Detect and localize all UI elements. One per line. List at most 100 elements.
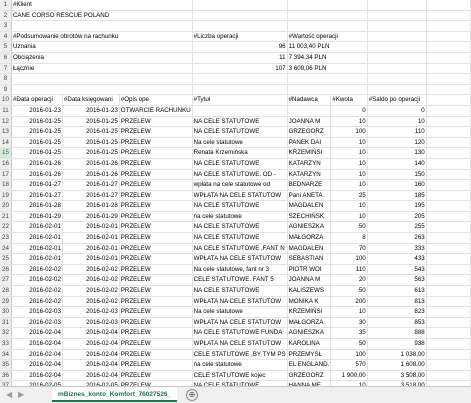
cell-data-ksiegowania[interactable]: 2016-02-04 bbox=[62, 359, 120, 371]
table-row[interactable]: 14 2016-01-25 2016-01-25 PRZELEW Na cele sta… bbox=[0, 137, 471, 149]
cell-tytul[interactable]: WPŁATA NA CELE STATUTOW bbox=[192, 190, 288, 202]
cell-b[interactable]: 96 bbox=[192, 41, 288, 53]
cell-kwota[interactable]: 100 bbox=[330, 253, 368, 265]
cell-saldo[interactable]: 185 bbox=[367, 190, 427, 202]
cell-empty[interactable] bbox=[426, 296, 471, 308]
cell-data-operacji[interactable]: 2016-02-04 bbox=[11, 338, 63, 350]
cell-saldo[interactable]: 613 bbox=[367, 285, 427, 297]
cell-kwota[interactable]: 30 bbox=[330, 317, 368, 329]
cell-data-operacji[interactable]: 2016-02-02 bbox=[11, 285, 63, 297]
cell-b[interactable] bbox=[192, 20, 288, 32]
cell-nadawca[interactable] bbox=[287, 105, 332, 117]
cell-a[interactable] bbox=[11, 84, 193, 96]
table-row[interactable]: 15 2016-01-25 2016-01-25 PRZELEW Renata Krze… bbox=[0, 147, 471, 159]
cell-tytul[interactable]: WPŁATA NA CELE STATUTOW bbox=[192, 296, 288, 308]
cell-nadawca[interactable]: KAROLINA bbox=[287, 338, 332, 350]
cell-opis[interactable]: PRZELEW bbox=[119, 211, 193, 223]
cell-kwota[interactable]: 10 bbox=[330, 169, 368, 181]
cell-data-operacji[interactable]: 2016-01-23 bbox=[11, 105, 63, 117]
cell-nadawca[interactable]: BEDNARZE bbox=[287, 179, 332, 191]
cell-saldo[interactable]: 160 bbox=[367, 179, 427, 191]
cell-nadawca[interactable]: GRZEGORZ bbox=[287, 126, 332, 138]
column-header-cell[interactable]: #Opis ope bbox=[119, 94, 193, 106]
table-row[interactable]: 20 2016-01-28 2016-01-28 PRZELEW NA CELE STA… bbox=[0, 200, 471, 212]
cell-empty[interactable] bbox=[367, 84, 427, 96]
cell-empty[interactable] bbox=[426, 221, 471, 234]
cell-a[interactable]: #Podsumowanie obrotów na rachunku bbox=[11, 31, 193, 43]
cell-a[interactable]: Obciążenia bbox=[11, 52, 193, 64]
cell-b[interactable] bbox=[192, 0, 288, 11]
cell-tytul[interactable]: CELE STATUTOWE ,BY TYM PS bbox=[192, 349, 288, 361]
cell-data-operacji[interactable]: 2016-01-26 bbox=[11, 158, 63, 170]
cell-opis[interactable]: PRZELEW bbox=[119, 190, 193, 202]
cell-opis[interactable]: PRZELEW bbox=[119, 359, 193, 371]
cell-empty[interactable] bbox=[426, 31, 471, 43]
cell-empty[interactable] bbox=[426, 105, 471, 117]
cell-tytul[interactable]: Na cele statutowe, fant nr 3 bbox=[192, 264, 288, 276]
cell-empty[interactable] bbox=[426, 116, 471, 128]
cell-kwota[interactable]: 100 bbox=[330, 126, 368, 138]
cell-opis[interactable]: PRZELEW bbox=[119, 370, 193, 382]
cell-saldo[interactable]: 150 bbox=[367, 169, 427, 181]
cell-empty[interactable] bbox=[426, 264, 471, 276]
cell-kwota[interactable]: 570 bbox=[330, 359, 368, 371]
table-row[interactable]: 35 2016-02-04 2016-02-04 PRZELEW na cele sta… bbox=[0, 359, 471, 371]
cell-tytul[interactable]: NA CELE STATUTOWE bbox=[192, 116, 288, 128]
cell-data-ksiegowania[interactable]: 2016-02-02 bbox=[62, 264, 120, 276]
cell-kwota[interactable]: 10 bbox=[330, 306, 368, 318]
cell-empty[interactable] bbox=[426, 147, 471, 159]
cell-data-ksiegowania[interactable]: 2016-02-01 bbox=[62, 253, 120, 265]
cell-opis[interactable]: PRZELEW bbox=[119, 147, 193, 159]
cell-data-ksiegowania[interactable]: 2016-02-02 bbox=[62, 296, 120, 308]
cell-opis[interactable]: PRZELEW bbox=[119, 137, 193, 149]
cell-data-operacji[interactable]: 2016-01-25 bbox=[11, 147, 63, 159]
cell-tytul[interactable]: na cele statutowe bbox=[192, 359, 288, 371]
table-row[interactable]: 13 2016-01-25 2016-01-25 PRZELEW NA CELE STA… bbox=[0, 126, 471, 138]
cell-nadawca[interactable]: PRZEMYSŁ bbox=[287, 349, 332, 361]
cell-nadawca[interactable]: MAŁGORZA bbox=[287, 232, 332, 244]
cell-data-ksiegowania[interactable]: 2016-01-26 bbox=[62, 158, 120, 170]
cell-data-operacji[interactable]: 2016-01-27 bbox=[11, 179, 63, 191]
cell-empty[interactable] bbox=[426, 73, 471, 85]
cell-opis[interactable]: PRZELEW bbox=[119, 126, 193, 138]
cell-b[interactable]: 107 bbox=[192, 63, 288, 75]
table-row[interactable]: 36 2016-02-04 2016-02-04 PRZELEW CELE STATUT… bbox=[0, 370, 471, 382]
table-row[interactable]: 28 2016-02-02 2016-02-02 PRZELEW NA CELE STA… bbox=[0, 285, 471, 297]
cell-data-ksiegowania[interactable]: 2016-02-03 bbox=[62, 306, 120, 318]
cell-empty[interactable] bbox=[426, 359, 471, 371]
cell-a[interactable]: CANE CORSO RESCUE POLAND bbox=[11, 10, 193, 22]
cell-saldo[interactable]: 140 bbox=[367, 158, 427, 170]
cell-c[interactable] bbox=[287, 20, 368, 32]
cell-data-operacji[interactable]: 2016-02-04 bbox=[11, 349, 63, 361]
cell-c[interactable]: #Wartość operacji bbox=[287, 31, 368, 43]
cell-empty[interactable] bbox=[426, 370, 471, 382]
cell-tytul[interactable]: NA CELE STATUTOWE. OD - bbox=[192, 169, 288, 181]
table-row[interactable]: 11 2016-01-23 2016-01-23 OTWARCIE RACHUNKU 0… bbox=[0, 105, 471, 117]
add-sheet-icon[interactable]: ⊕ bbox=[186, 389, 198, 401]
table-row[interactable]: 34 2016-02-04 2016-02-04 PRZELEW CELE STATUT… bbox=[0, 349, 471, 361]
cell-data-operacji[interactable]: 2016-02-01 bbox=[11, 243, 63, 255]
cell-saldo[interactable]: 563 bbox=[367, 274, 427, 287]
cell-opis[interactable]: PRZELEW bbox=[119, 274, 193, 287]
cell-saldo[interactable]: 120 bbox=[367, 137, 427, 149]
cell-opis[interactable]: PRZELEW bbox=[119, 200, 193, 212]
cell-saldo[interactable]: 130 bbox=[367, 147, 427, 159]
cell-data-ksiegowania[interactable]: 2016-01-25 bbox=[62, 137, 120, 149]
cell-data-ksiegowania[interactable]: 2016-01-27 bbox=[62, 190, 120, 202]
cell-kwota[interactable]: 10 bbox=[330, 179, 368, 191]
cell-empty[interactable] bbox=[426, 253, 471, 265]
cell-nadawca[interactable]: JOANNA M bbox=[287, 116, 332, 128]
table-row[interactable]: 33 2016-02-04 2016-02-04 PRZELEW WPŁATA NA C… bbox=[0, 338, 471, 350]
cell-tytul[interactable] bbox=[192, 105, 288, 117]
cell-data-operacji[interactable]: 2016-02-02 bbox=[11, 296, 63, 308]
cell-empty[interactable] bbox=[426, 285, 471, 297]
cell-empty[interactable] bbox=[426, 137, 471, 149]
cell-saldo[interactable]: 938 bbox=[367, 338, 427, 350]
cell-saldo[interactable]: 888 bbox=[367, 327, 427, 339]
cell-empty[interactable] bbox=[426, 243, 471, 255]
cell-nadawca[interactable]: KATARZYN bbox=[287, 169, 332, 181]
cell-c[interactable] bbox=[287, 10, 368, 22]
cell-a[interactable] bbox=[11, 73, 193, 85]
cell-data-ksiegowania[interactable]: 2016-02-04 bbox=[62, 349, 120, 361]
cell-nadawca[interactable]: SEBASTIAN bbox=[287, 253, 332, 265]
